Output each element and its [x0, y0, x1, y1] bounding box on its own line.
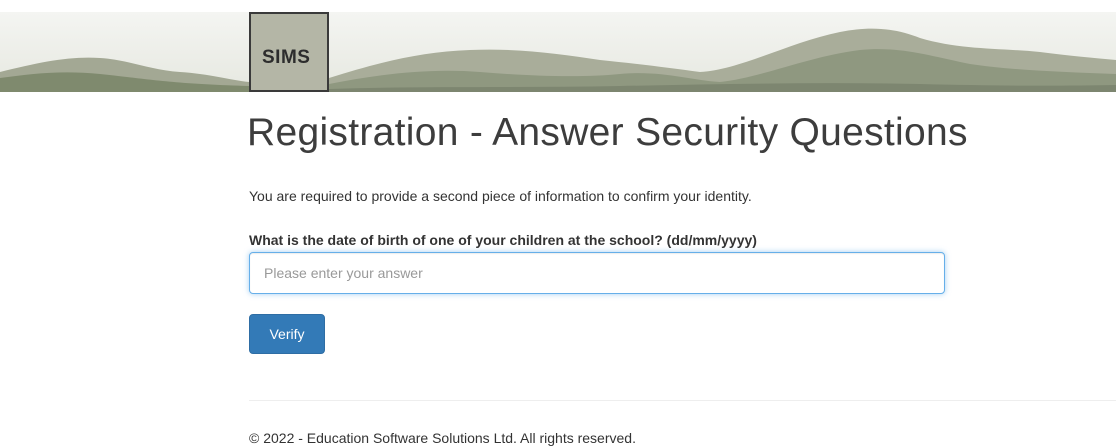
verify-button[interactable]: Verify	[249, 314, 325, 354]
footer-divider	[249, 400, 1116, 401]
security-question-label: What is the date of birth of one of your…	[249, 232, 757, 248]
footer-copyright: © 2022 - Education Software Solutions Lt…	[249, 430, 636, 446]
sims-logo: SIMS	[249, 12, 329, 92]
header-banner	[0, 12, 1116, 92]
logo-text: SIMS	[262, 47, 311, 68]
intro-text: You are required to provide a second pie…	[249, 188, 752, 204]
security-answer-input[interactable]	[249, 252, 945, 294]
page-title: Registration - Answer Security Questions	[247, 111, 968, 154]
mountain-landscape-image	[0, 12, 1116, 92]
